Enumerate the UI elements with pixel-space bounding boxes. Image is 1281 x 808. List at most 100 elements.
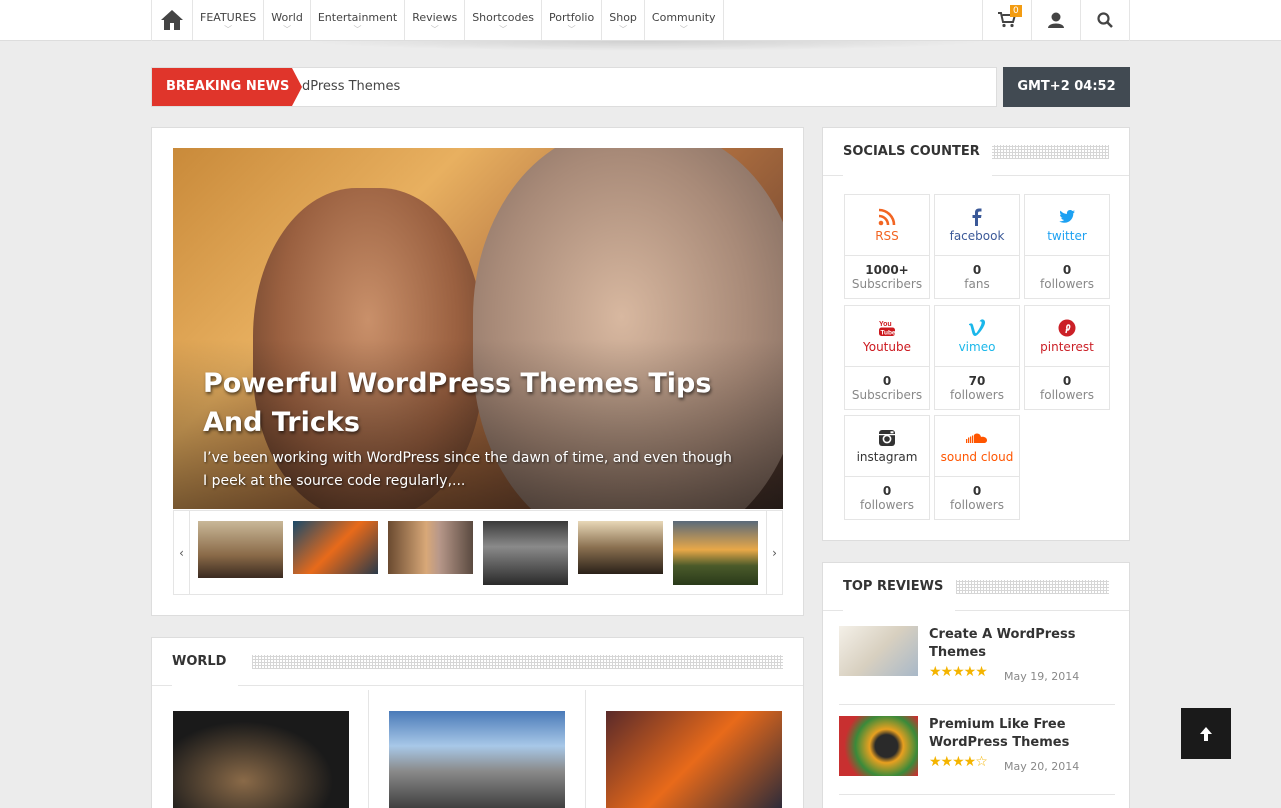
social-name: pinterest xyxy=(1040,340,1094,354)
menu-label: Reviews xyxy=(412,11,458,24)
social-soundcloud[interactable]: sound cloud 0 followers xyxy=(934,415,1020,520)
social-name: instagram xyxy=(856,450,918,464)
social-unit: Subscribers xyxy=(851,388,923,402)
account-button[interactable] xyxy=(1031,0,1080,40)
chevron-down-icon: ﹀ xyxy=(224,25,233,34)
review-date: May 19, 2014 xyxy=(1004,670,1080,683)
review-thumbnail[interactable] xyxy=(839,716,918,776)
section-title: WORLD xyxy=(172,638,239,686)
slide-excerpt: I’ve been working with WordPress since t… xyxy=(203,450,732,489)
breaking-news-label: BREAKING NEWS xyxy=(152,68,302,106)
social-rss[interactable]: RSS 1000+ Subscribers xyxy=(844,194,930,299)
social-unit: followers xyxy=(950,498,1004,512)
back-to-top-button[interactable] xyxy=(1181,708,1231,759)
review-thumbnail[interactable] xyxy=(839,626,918,676)
main-menu: FEATURES ﹀ World ﹀ Entertainment ﹀ Reviews ﹀… xyxy=(193,0,724,40)
social-link: You Tube Youtube xyxy=(845,306,929,367)
soundcloud-icon xyxy=(966,433,987,443)
social-link: instagram xyxy=(845,416,929,477)
social-link: vimeo xyxy=(935,306,1019,367)
thumbnail[interactable] xyxy=(483,521,568,585)
nav-shadow xyxy=(300,41,990,51)
thumbnail[interactable] xyxy=(673,521,758,585)
social-count: 0 xyxy=(1062,263,1072,277)
next-arrow-button[interactable]: › xyxy=(766,511,782,594)
menu-item-shop[interactable]: Shop ﹀ xyxy=(602,0,645,40)
home-button[interactable] xyxy=(152,0,193,40)
instagram-icon xyxy=(879,430,895,446)
review-item: Premium Like Free WordPress Themes ★★★★☆… xyxy=(839,716,1115,796)
chevron-left-icon: ‹ xyxy=(179,545,184,560)
home-icon xyxy=(161,10,183,30)
social-facebook[interactable]: facebook 0 fans xyxy=(934,194,1020,299)
post-image[interactable] xyxy=(389,711,565,808)
divider xyxy=(839,794,1115,795)
menu-label: Portfolio xyxy=(548,11,595,24)
twitter-icon xyxy=(1059,210,1075,223)
rating-stars: ★★★★★ xyxy=(929,664,988,680)
search-button[interactable] xyxy=(1080,0,1129,40)
breaking-news-bar: BREAKING NEWS dPress Themes xyxy=(151,67,997,107)
youtube-icon: You Tube xyxy=(879,321,896,336)
prev-arrow-button[interactable]: ‹ xyxy=(174,511,190,594)
social-pinterest[interactable]: pinterest 0 followers xyxy=(1024,305,1110,410)
thumbnail[interactable] xyxy=(388,521,473,574)
chevron-down-icon: ﹀ xyxy=(619,25,628,34)
social-twitter[interactable]: twitter 0 followers xyxy=(1024,194,1110,299)
social-count: 0 xyxy=(972,484,982,498)
social-youtube[interactable]: You Tube Youtube 0 Subscribers xyxy=(844,305,930,410)
social-instagram[interactable]: instagram 0 followers xyxy=(844,415,930,520)
featured-slider-panel: Powerful WordPress Themes Tips And Trick… xyxy=(151,127,804,616)
nav-inner: FEATURES ﹀ World ﹀ Entertainment ﹀ Reviews ﹀… xyxy=(151,0,1130,41)
rss-icon xyxy=(878,208,896,226)
menu-item-features[interactable]: FEATURES ﹀ xyxy=(193,0,265,40)
search-icon xyxy=(1097,12,1113,28)
social-vimeo[interactable]: vimeo 70 followers xyxy=(934,305,1020,410)
time-display: GMT+2 04:52 xyxy=(1003,67,1130,107)
chevron-down-icon: ﹀ xyxy=(283,25,292,34)
widget-title: TOP REVIEWS xyxy=(843,563,956,611)
menu-label: Shortcodes xyxy=(472,11,534,24)
post-image[interactable] xyxy=(606,711,782,808)
slide-title[interactable]: Powerful WordPress Themes Tips And Trick… xyxy=(203,364,763,442)
nav-tools: 0 xyxy=(982,0,1129,40)
review-title[interactable]: Create A WordPress Themes xyxy=(929,626,1109,662)
widget-header: SOCIALS COUNTER xyxy=(823,128,1129,176)
facebook-icon xyxy=(972,208,982,226)
thumbnail[interactable] xyxy=(293,521,378,574)
review-title[interactable]: Premium Like Free WordPress Themes xyxy=(929,716,1109,752)
slide-image[interactable]: Powerful WordPress Themes Tips And Trick… xyxy=(173,148,783,509)
thumbnail[interactable] xyxy=(578,521,663,574)
menu-item-community[interactable]: Community ﹀ xyxy=(645,0,724,40)
menu-item-reviews[interactable]: Reviews ﹀ xyxy=(405,0,466,40)
svg-text:You: You xyxy=(879,321,892,328)
menu-item-entertainment[interactable]: Entertainment ﹀ xyxy=(311,0,406,40)
social-count: 0 xyxy=(972,263,982,277)
header-pattern xyxy=(956,580,1109,594)
social-name: RSS xyxy=(875,229,899,243)
social-name: Youtube xyxy=(863,340,911,354)
menu-item-world[interactable]: World ﹀ xyxy=(264,0,311,40)
breaking-news-ticker[interactable]: dPress Themes xyxy=(302,68,400,106)
divider xyxy=(839,704,1115,705)
socials-counter-widget: SOCIALS COUNTER RSS 1000+ Subscribers fa… xyxy=(822,127,1130,541)
menu-label: FEATURES xyxy=(200,11,257,24)
rating-stars: ★★★★☆ xyxy=(929,754,988,770)
social-unit: followers xyxy=(860,498,914,512)
menu-item-shortcodes[interactable]: Shortcodes ﹀ xyxy=(465,0,542,40)
svg-text:Tube: Tube xyxy=(881,329,896,336)
cart-count-badge: 0 xyxy=(1010,5,1022,17)
vimeo-icon xyxy=(969,319,986,336)
chevron-down-icon: ﹀ xyxy=(679,25,688,34)
social-unit: followers xyxy=(1040,388,1094,402)
menu-label: Community xyxy=(651,11,716,24)
social-link: twitter xyxy=(1025,195,1109,256)
widget-header: TOP REVIEWS xyxy=(823,563,1129,611)
cart-button[interactable]: 0 xyxy=(982,0,1031,40)
thumbnail[interactable] xyxy=(198,521,283,578)
social-count: 0 xyxy=(882,484,892,498)
social-count: 0 xyxy=(882,374,892,388)
social-count: 70 xyxy=(968,374,986,388)
menu-item-portfolio[interactable]: Portfolio ﹀ xyxy=(542,0,603,40)
post-image[interactable] xyxy=(173,711,349,808)
